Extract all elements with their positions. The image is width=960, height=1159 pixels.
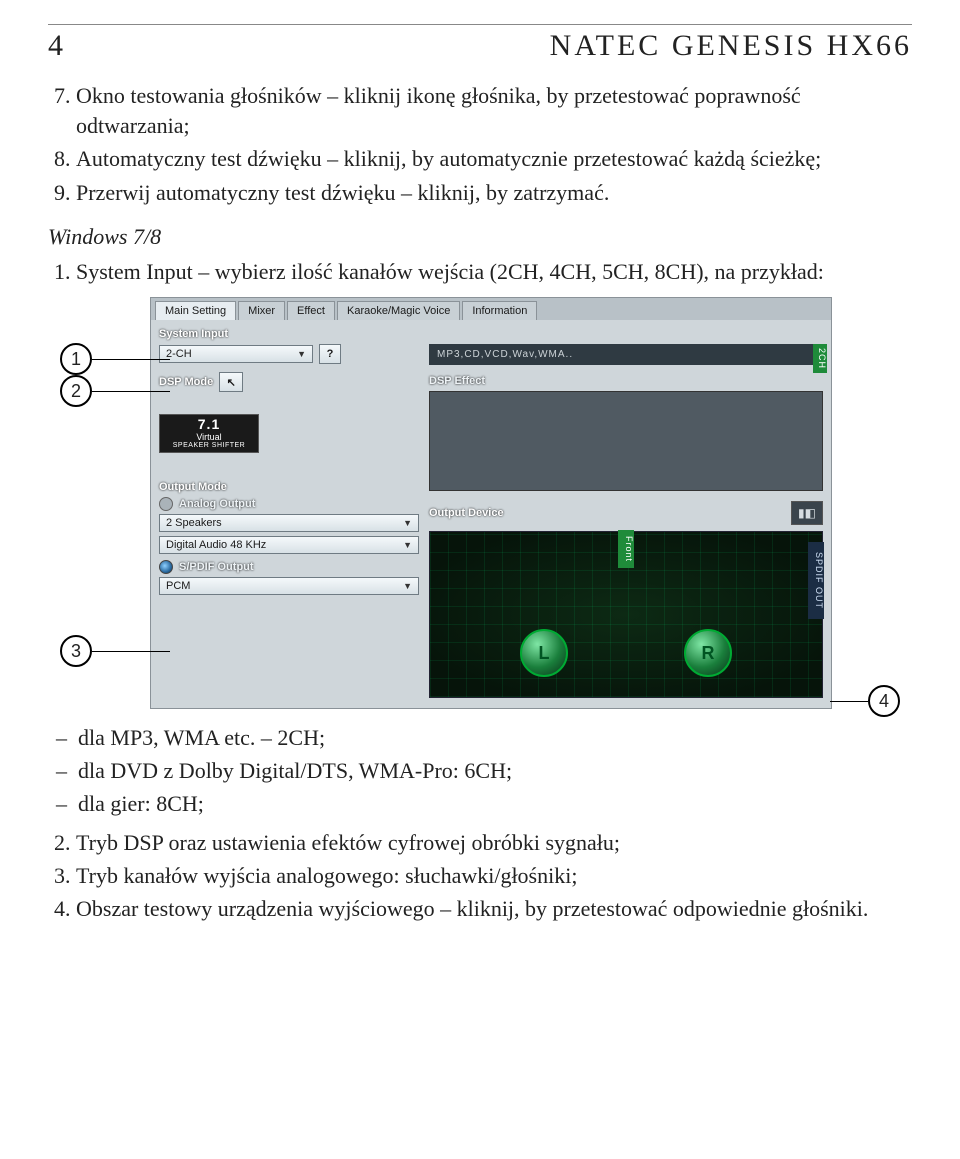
callout-line	[92, 359, 170, 360]
digital-audio-dropdown[interactable]: Digital Audio 48 KHz ▼	[159, 536, 419, 554]
bullet-item: dla DVD z Dolby Digital/DTS, WMA-Pro: 6C…	[78, 756, 912, 786]
page-title: NATEC GENESIS HX66	[550, 29, 912, 63]
radio-icon	[159, 560, 173, 574]
speaker-left-button[interactable]: L	[520, 629, 568, 677]
callout-line	[92, 391, 170, 392]
callout-1: 1	[60, 343, 92, 375]
screenshot-figure: 1 2 3 4 Main Setting Mixer Effect Karaok…	[60, 297, 900, 709]
app-window: Main Setting Mixer Effect Karaoke/Magic …	[150, 297, 832, 709]
intro-numbered-list: Okno testowania głośników – kliknij ikon…	[48, 81, 912, 208]
radio-icon	[159, 497, 173, 511]
analog-output-dropdown[interactable]: 2 Speakers ▼	[159, 514, 419, 532]
list-item-win-1: System Input – wybierz ilość kanałów wej…	[76, 257, 912, 287]
virtual-badge-bot: SPEAKER SHIFTER	[164, 442, 254, 450]
spdif-output-dropdown[interactable]: PCM ▼	[159, 577, 419, 595]
speaker-right-button[interactable]: R	[684, 629, 732, 677]
digital-audio-value: Digital Audio 48 KHz	[166, 539, 266, 551]
callout-2: 2	[60, 375, 92, 407]
virtual-speaker-badge[interactable]: 7.1 Virtual SPEAKER SHIFTER	[159, 414, 259, 453]
dsp-effect-panel	[429, 391, 823, 491]
dsp-effect-label: DSP Effect	[429, 375, 823, 387]
formats-box: MP3,CD,VCD,Wav,WMA..	[429, 344, 823, 365]
chevron-down-icon: ▼	[297, 349, 306, 359]
analog-output-label: Analog Output	[179, 498, 255, 510]
continued-numbered-list: Tryb DSP oraz ustawienia efektów cyfrowe…	[48, 828, 912, 923]
dsp-mode-toggle[interactable]: ↖	[219, 372, 243, 392]
tab-effect[interactable]: Effect	[287, 301, 335, 320]
list-item-7: Okno testowania głośników – kliknij ikon…	[76, 81, 912, 140]
virtual-badge-mid: Virtual	[164, 433, 254, 443]
tag-2ch: 2CH	[813, 344, 827, 373]
spdif-output-label: S/PDIF Output	[179, 561, 254, 573]
virtual-badge-top: 7.1	[164, 417, 254, 432]
list-item-2: Tryb DSP oraz ustawienia efektów cyfrowe…	[76, 828, 912, 858]
page-number: 4	[48, 29, 63, 63]
bullet-item: dla gier: 8CH;	[78, 789, 912, 819]
list-item-8: Automatyczny test dźwięku – kliknij, by …	[76, 144, 912, 174]
output-mode-label: Output Mode	[159, 481, 419, 493]
speaker-config-icon[interactable]: ▮◧	[791, 501, 823, 525]
system-input-label: System Input	[159, 328, 823, 340]
list-item-4: Obszar testowy urządzenia wyjściowego – …	[76, 894, 912, 924]
help-button[interactable]: ?	[319, 344, 341, 364]
spdif-output-radio[interactable]: S/PDIF Output	[159, 560, 419, 574]
chevron-down-icon: ▼	[403, 540, 412, 550]
callout-4: 4	[868, 685, 900, 717]
page-header: 4 NATEC GENESIS HX66	[48, 24, 912, 63]
tag-spdif-out: SPDIF OUT	[808, 542, 824, 619]
speaker-test-stage: Front SPDIF OUT L R	[429, 531, 823, 698]
subheading-windows: Windows 7/8	[48, 222, 912, 252]
list-item-3: Tryb kanałów wyjścia analogowego: słucha…	[76, 861, 912, 891]
output-device-label: Output Device	[429, 507, 504, 519]
analog-output-radio[interactable]: Analog Output	[159, 497, 419, 511]
bullet-item: dla MP3, WMA etc. – 2CH;	[78, 723, 912, 753]
chevron-down-icon: ▼	[403, 581, 412, 591]
spdif-output-value: PCM	[166, 580, 190, 592]
bullet-list: dla MP3, WMA etc. – 2CH; dla DVD z Dolby…	[48, 723, 912, 818]
chevron-down-icon: ▼	[403, 518, 412, 528]
analog-output-value: 2 Speakers	[166, 517, 222, 529]
list-item-9: Przerwij automatyczny test dźwięku – kli…	[76, 178, 912, 208]
callout-line	[830, 701, 868, 702]
callout-line	[92, 651, 170, 652]
system-input-dropdown[interactable]: 2-CH ▼	[159, 345, 313, 363]
tab-main-setting[interactable]: Main Setting	[155, 301, 236, 320]
callout-3: 3	[60, 635, 92, 667]
tab-information[interactable]: Information	[462, 301, 537, 320]
formats-text: MP3,CD,VCD,Wav,WMA..	[437, 349, 573, 360]
tab-mixer[interactable]: Mixer	[238, 301, 285, 320]
tag-front: Front	[618, 530, 634, 568]
tab-bar: Main Setting Mixer Effect Karaoke/Magic …	[151, 298, 831, 320]
tab-karaoke[interactable]: Karaoke/Magic Voice	[337, 301, 460, 320]
windows-list: System Input – wybierz ilość kanałów wej…	[48, 257, 912, 287]
